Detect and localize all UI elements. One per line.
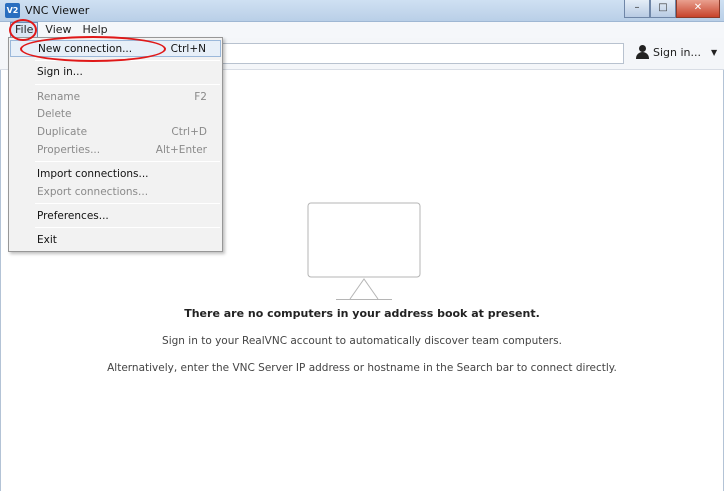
menu-item-rename: Rename F2: [10, 89, 221, 106]
menu-item-label: Preferences...: [37, 210, 109, 222]
menu-item-preferences[interactable]: Preferences...: [10, 208, 221, 225]
menu-item-shortcut: F2: [194, 91, 207, 103]
menu-item-sign-in[interactable]: Sign in...: [10, 64, 221, 81]
empty-state-signin-hint: Sign in to your RealVNC account to autom…: [162, 335, 562, 347]
annotation-circle-file: [9, 19, 37, 41]
menu-separator: [35, 161, 220, 162]
menu-item-exit[interactable]: Exit: [10, 232, 221, 249]
menu-item-delete: Delete: [10, 106, 221, 123]
menu-item-import-connections[interactable]: Import connections...: [10, 166, 221, 183]
menu-item-label: Import connections...: [37, 168, 149, 180]
menu-item-duplicate: Duplicate Ctrl+D: [10, 124, 221, 141]
menu-item-shortcut: Alt+Enter: [155, 144, 207, 156]
window-title: VNC Viewer: [25, 4, 90, 17]
menu-separator: [35, 84, 220, 85]
menu-item-export-connections: Export connections...: [10, 184, 221, 201]
vnc-logo-icon: V2: [5, 3, 20, 18]
window-controls: – □ ✕: [624, 0, 720, 19]
close-button[interactable]: ✕: [676, 0, 720, 18]
menu-item-label: Rename: [37, 91, 81, 103]
maximize-button[interactable]: □: [650, 0, 676, 18]
menu-item-label: Export connections...: [37, 186, 149, 198]
menu-item-label: Sign in...: [37, 66, 83, 78]
menu-item-label: Properties...: [37, 144, 101, 156]
menu-item-label: Duplicate: [37, 126, 88, 138]
sign-in-label: Sign in...: [653, 45, 702, 59]
person-icon: [636, 45, 649, 59]
menu-item-shortcut: Ctrl+N: [170, 43, 206, 55]
menu-item-label: Exit: [37, 234, 57, 246]
annotation-circle-new-connection: [20, 36, 166, 62]
empty-state-heading: There are no computers in your address b…: [184, 307, 540, 320]
menu-separator: [35, 203, 220, 204]
sign-in-button[interactable]: Sign in... ▼: [636, 45, 717, 59]
menu-separator: [35, 227, 220, 228]
minimize-button[interactable]: –: [624, 0, 650, 18]
menu-item-shortcut: Ctrl+D: [171, 126, 207, 138]
window-titlebar: V2 VNC Viewer – □ ✕: [0, 0, 724, 22]
menu-item-properties: Properties... Alt+Enter: [10, 142, 221, 159]
file-menu-dropdown: New connection... Ctrl+N Sign in... Rena…: [8, 37, 223, 252]
menu-item-label: Delete: [37, 108, 72, 120]
window-border-left: [0, 70, 1, 491]
empty-state-search-hint: Alternatively, enter the VNC Server IP a…: [107, 362, 617, 374]
monitor-icon: [307, 202, 421, 300]
chevron-down-icon[interactable]: ▼: [711, 48, 717, 57]
